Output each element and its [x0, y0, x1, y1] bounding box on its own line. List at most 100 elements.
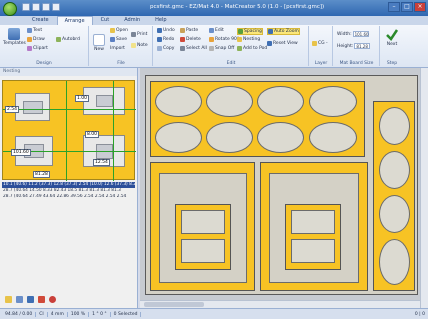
new-button[interactable]: New	[93, 34, 105, 52]
folder-icon[interactable]	[5, 296, 12, 303]
autobrd-button[interactable]: Autobrd	[56, 37, 80, 42]
nesting-panel: Nesting 1.00 2.54 8.00 101.60 12.54 81.2…	[0, 68, 138, 308]
qat-undo-icon[interactable]	[32, 3, 40, 11]
vertical-scrollbar[interactable]	[420, 68, 428, 308]
tab-cut[interactable]: Cut	[94, 16, 117, 25]
tab-arrange[interactable]: Arrange	[56, 16, 93, 25]
tab-help[interactable]: Help	[148, 16, 173, 25]
qat-redo-icon[interactable]	[42, 3, 50, 11]
qat-save-icon[interactable]	[22, 3, 30, 11]
paste-button[interactable]: Paste	[180, 28, 198, 33]
clipart-button[interactable]: Clipart	[27, 46, 48, 51]
list-item[interactable]: 28.7 (40.64 27.49 43.64 22.86 39.56 2.54…	[2, 194, 135, 200]
rect-opening[interactable]	[181, 210, 225, 234]
oval-opening[interactable]	[155, 122, 202, 153]
mat-frame-right[interactable]	[260, 162, 368, 291]
design-canvas[interactable]	[140, 68, 422, 300]
tab-admin[interactable]: Admin	[117, 16, 147, 25]
preview-frame	[83, 87, 125, 115]
status-coords: 94.84 / 0.00	[2, 311, 37, 317]
horizontal-scrollbar[interactable]	[140, 300, 420, 308]
spacing-button[interactable]: Spacing	[237, 28, 263, 35]
group-step: Next Step	[381, 26, 403, 66]
auto-zoom-button[interactable]: Auto Zoom	[267, 28, 300, 35]
add-to-pod-icon	[237, 46, 242, 51]
mat-group-vertical-ovals[interactable]	[373, 101, 415, 291]
measurement-label: 1.00	[75, 95, 90, 102]
redo-button[interactable]: Redo	[157, 37, 174, 42]
frame-opening[interactable]	[269, 173, 359, 283]
next-button[interactable]: Next	[385, 28, 399, 47]
oval-opening[interactable]	[257, 86, 304, 117]
layer-dropdown[interactable]: CG -	[312, 41, 328, 46]
oval-opening[interactable]	[379, 151, 410, 189]
measurement-label: 12.54	[93, 159, 110, 166]
oval-opening[interactable]	[155, 86, 202, 117]
status-unit-mm: 4 mm	[48, 311, 68, 317]
app-menu-button[interactable]	[3, 2, 17, 16]
undo-button[interactable]: Undo	[157, 28, 175, 33]
nesting-data-list: 10.1 (40.6) 11.2 (37.3) 12.8 (37.3) 2.54…	[2, 182, 135, 200]
rotate-button[interactable]: Rotate 90°	[209, 37, 239, 42]
status-right: 0 | 0	[414, 311, 425, 317]
snap-off-button[interactable]: Snap Off	[209, 46, 234, 51]
mat-frame-left[interactable]	[150, 162, 255, 291]
qat-dropdown-icon[interactable]	[52, 3, 60, 11]
oval-opening[interactable]	[379, 107, 410, 145]
spacing-icon	[238, 29, 243, 34]
rect-opening[interactable]	[291, 210, 335, 234]
inner-mat[interactable]	[285, 204, 341, 270]
delete-icon[interactable]	[38, 296, 45, 303]
minimize-button[interactable]: –	[388, 2, 400, 12]
import-button[interactable]: Import	[110, 46, 125, 51]
oval-opening[interactable]	[309, 122, 357, 153]
layers-icon[interactable]	[16, 296, 23, 303]
width-input[interactable]: 101.60	[352, 31, 369, 37]
rect-opening[interactable]	[181, 239, 225, 263]
copy-button[interactable]: Copy	[157, 46, 174, 51]
inner-mat[interactable]	[175, 204, 231, 270]
rect-opening[interactable]	[291, 239, 335, 263]
nesting-button[interactable]: Nesting	[237, 37, 260, 42]
ribbon: Templates Text Draw Autobrd Clipart Desi…	[0, 25, 428, 68]
maximize-button[interactable]: □	[401, 2, 413, 12]
oval-opening[interactable]	[257, 122, 304, 153]
delete-button[interactable]: Delete	[180, 37, 201, 42]
oval-opening[interactable]	[309, 86, 357, 117]
note-button[interactable]: Note	[131, 43, 148, 48]
checkmark-icon	[386, 29, 399, 41]
add-to-pod-button[interactable]: Add to Pod	[237, 46, 267, 51]
reset-view-button[interactable]: Reset View	[267, 41, 298, 46]
save-button[interactable]: Save	[110, 37, 127, 42]
oval-opening[interactable]	[379, 195, 410, 233]
nesting-preview[interactable]: 1.00 2.54 8.00 101.60 12.54 81.28	[2, 80, 136, 181]
tab-create[interactable]: Create	[25, 16, 56, 25]
oval-opening[interactable]	[206, 122, 253, 153]
title-bar: pcsfirst.gmc - EZ/Mat 4.0 - MatCreator 5…	[0, 0, 428, 16]
layer-icon	[312, 41, 317, 46]
height-field: Height: 81.28	[337, 43, 371, 49]
text-button[interactable]: Text	[27, 28, 42, 33]
status-zoom: 100 %	[68, 311, 90, 317]
edit-button[interactable]: Edit	[209, 28, 224, 33]
frame-opening[interactable]	[159, 173, 247, 283]
select-all-button[interactable]: Select All	[180, 46, 207, 51]
cancel-icon[interactable]	[49, 296, 56, 303]
draw-button[interactable]: Draw	[27, 37, 45, 42]
open-button[interactable]: Open	[110, 28, 128, 33]
reset-view-icon	[267, 41, 272, 46]
oval-opening[interactable]	[206, 86, 253, 117]
close-button[interactable]: ×	[414, 2, 426, 12]
draw-icon	[27, 37, 32, 42]
scroll-thumb[interactable]	[144, 302, 204, 307]
height-input[interactable]: 81.28	[354, 43, 371, 49]
group-mat-board-size: Width: 101.60 Height: 81.28 Mat Board Size	[334, 26, 380, 66]
print-button[interactable]: Print	[131, 32, 147, 37]
templates-button[interactable]: Templates	[3, 28, 26, 46]
mat-group-ovals[interactable]	[150, 81, 365, 157]
copy-icon	[157, 46, 162, 51]
group-edit: Undo Redo Copy Paste Delete Select All E…	[154, 26, 309, 66]
oval-opening[interactable]	[379, 239, 410, 285]
group-edit-label: Edit	[226, 61, 236, 66]
refresh-icon[interactable]	[27, 296, 34, 303]
